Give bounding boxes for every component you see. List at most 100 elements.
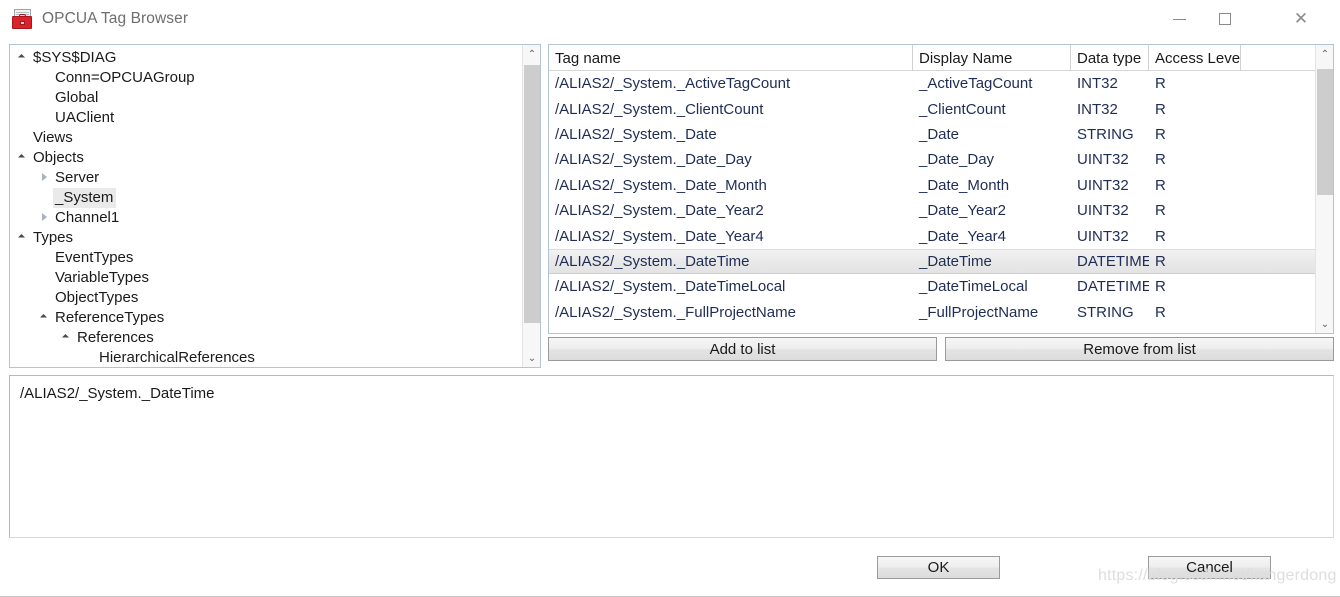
tree-node-label: Conn=OPCUAGroup bbox=[55, 69, 195, 86]
cell-tag: /ALIAS2/_System._ClientCount bbox=[555, 100, 764, 118]
table-row[interactable]: /ALIAS2/_System._Date_Year2 _Date_Year2 UI… bbox=[549, 198, 1315, 223]
cell-tag: /ALIAS2/_System._Date_Month bbox=[555, 176, 767, 194]
tree-node[interactable]: ObjectTypes bbox=[10, 288, 522, 308]
minimize-icon bbox=[1172, 18, 1186, 20]
opcua-tag-browser-window: OPCUA Tag Browser ✕ $SYS$DIAG Conn=OPCUAG… bbox=[0, 0, 1340, 597]
close-button[interactable]: ✕ bbox=[1278, 0, 1324, 38]
tag-table-vertical-scrollbar[interactable]: ⌃ ⌄ bbox=[1315, 45, 1333, 333]
tree-node-label: EventTypes bbox=[55, 249, 134, 266]
table-row[interactable]: /ALIAS2/_System._ActiveTagCount _ActiveTa… bbox=[549, 71, 1315, 96]
table-scroll-down-icon[interactable]: ⌄ bbox=[1316, 315, 1333, 333]
tag-table-body[interactable]: /ALIAS2/_System._ActiveTagCount _ActiveTa… bbox=[549, 71, 1315, 333]
table-row[interactable]: /ALIAS2/_System._FullProjectName _FullPro… bbox=[549, 300, 1315, 325]
tree-node[interactable]: UAClient bbox=[10, 108, 522, 128]
cell-tag: /ALIAS2/_System._DateTimeLocal bbox=[555, 278, 786, 296]
cell-disp: _Date_Year4 bbox=[919, 227, 1007, 245]
tree-node[interactable]: EventTypes bbox=[10, 248, 522, 268]
column-header-type[interactable]: Data type bbox=[1071, 45, 1149, 71]
cell-type: DATETIME bbox=[1077, 278, 1149, 296]
tree-scroll-up-icon[interactable]: ⌃ bbox=[523, 45, 540, 63]
table-row[interactable]: /ALIAS2/_System._Date_Year4 _Date_Year4 UI… bbox=[549, 223, 1315, 248]
cell-tag: /ALIAS2/_System._Date_Year4 bbox=[555, 227, 764, 245]
tree-expander-spacer bbox=[82, 351, 97, 365]
table-row[interactable]: /ALIAS2/_System._Date_Day _Date_Day UINT32… bbox=[549, 147, 1315, 172]
minimize-button[interactable] bbox=[1156, 0, 1202, 38]
table-row[interactable]: /ALIAS2/_System._ClientCount _ClientCount… bbox=[549, 96, 1315, 121]
tree-node[interactable]: _System bbox=[10, 188, 522, 208]
title-bar: OPCUA Tag Browser ✕ bbox=[0, 0, 1340, 38]
table-row[interactable]: /ALIAS2/_System._Date _Date STRING R bbox=[549, 122, 1315, 147]
tree-node[interactable]: Server bbox=[10, 168, 522, 188]
tree-node[interactable]: Channel1 bbox=[10, 208, 522, 228]
maximize-button[interactable] bbox=[1202, 0, 1248, 38]
tree-node[interactable]: HierarchicalReferences bbox=[10, 348, 522, 367]
cell-access: R bbox=[1155, 151, 1166, 169]
cell-type: STRING bbox=[1077, 303, 1134, 321]
tree-vertical-scrollbar[interactable]: ⌃ ⌄ bbox=[522, 45, 540, 367]
cell-disp: _ActiveTagCount bbox=[919, 75, 1033, 93]
tree-scroll-down-icon[interactable]: ⌄ bbox=[523, 349, 540, 367]
tree-expander-open-icon[interactable] bbox=[16, 151, 31, 165]
tree-expander-open-icon[interactable] bbox=[16, 231, 31, 245]
cell-tag: /ALIAS2/_System._Date_Year2 bbox=[555, 202, 764, 220]
cell-type: DATETIME bbox=[1077, 252, 1149, 270]
cell-tag: /ALIAS2/_System._FullProjectName bbox=[555, 303, 796, 321]
tree-expander-spacer bbox=[38, 291, 53, 305]
tree-node-label: ObjectTypes bbox=[55, 289, 139, 306]
cell-access: R bbox=[1155, 100, 1166, 118]
tree-expander-open-icon[interactable] bbox=[16, 51, 31, 65]
selected-tag-line: /ALIAS2/_System._DateTime bbox=[20, 385, 215, 402]
tree-expander-spacer bbox=[16, 131, 31, 145]
cell-access: R bbox=[1155, 227, 1166, 245]
column-header-access[interactable]: Access Level bbox=[1149, 45, 1241, 71]
tree-node[interactable]: References bbox=[10, 328, 522, 348]
tree-expander-spacer bbox=[38, 111, 53, 125]
column-header-disp[interactable]: Display Name bbox=[913, 45, 1071, 71]
tree-node-label: Global bbox=[55, 89, 99, 106]
tree-node-label: Objects bbox=[33, 149, 84, 166]
cell-tag: /ALIAS2/_System._Date bbox=[555, 125, 717, 143]
tree-node-label: VariableTypes bbox=[55, 269, 149, 286]
tree-node-label: Views bbox=[33, 129, 73, 146]
tree-node[interactable]: Objects bbox=[10, 148, 522, 168]
tree-node[interactable]: $SYS$DIAG bbox=[10, 48, 522, 68]
cell-access: R bbox=[1155, 278, 1166, 296]
tree-node[interactable]: Global bbox=[10, 88, 522, 108]
tree-node-label: ReferenceTypes bbox=[55, 309, 165, 326]
tree-node-label: Channel1 bbox=[55, 209, 120, 226]
table-scroll-up-icon[interactable]: ⌃ bbox=[1316, 45, 1333, 63]
tree-expander-open-icon[interactable] bbox=[38, 311, 53, 325]
cell-type: STRING bbox=[1077, 125, 1134, 143]
tree-node[interactable]: ReferenceTypes bbox=[10, 308, 522, 328]
tree-expander-spacer bbox=[38, 71, 53, 85]
toolbox-icon bbox=[12, 9, 34, 29]
tree-expander-spacer bbox=[38, 191, 53, 205]
column-header-tag[interactable]: Tag name bbox=[549, 45, 913, 71]
cancel-button[interactable]: Cancel bbox=[1148, 556, 1271, 579]
tree-expander-closed-icon[interactable] bbox=[38, 171, 53, 185]
tree-node[interactable]: Views bbox=[10, 128, 522, 148]
cell-access: R bbox=[1155, 176, 1166, 194]
tree-node[interactable]: Conn=OPCUAGroup bbox=[10, 68, 522, 88]
tree-expander-open-icon[interactable] bbox=[60, 331, 75, 345]
cell-disp: _Date_Day bbox=[919, 151, 995, 169]
address-space-tree-panel[interactable]: $SYS$DIAG Conn=OPCUAGroup Global UAClient Vi… bbox=[9, 44, 541, 368]
ok-button[interactable]: OK bbox=[877, 556, 1000, 579]
tag-table-header: Tag name Display Name Data type Access Leve… bbox=[549, 45, 1315, 71]
table-row[interactable]: /ALIAS2/_System._Date_Month _Date_Month UI… bbox=[549, 173, 1315, 198]
table-row[interactable]: /ALIAS2/_System._DateTime _DateTime DATETI… bbox=[549, 248, 1315, 275]
table-scroll-thumb[interactable] bbox=[1317, 69, 1333, 195]
remove-from-list-button[interactable]: Remove from list bbox=[945, 337, 1334, 361]
tree-node[interactable]: Types bbox=[10, 228, 522, 248]
tag-table-panel[interactable]: Tag name Display Name Data type Access Leve… bbox=[548, 44, 1334, 334]
tree-node[interactable]: VariableTypes bbox=[10, 268, 522, 288]
tree-node-label: Types bbox=[33, 229, 74, 246]
table-row[interactable]: /ALIAS2/_System._DateTimeLocal _DateTimeL… bbox=[549, 274, 1315, 299]
add-to-list-button[interactable]: Add to list bbox=[548, 337, 937, 361]
cell-access: R bbox=[1155, 75, 1166, 93]
cell-tag: /ALIAS2/_System._DateTime bbox=[555, 252, 750, 270]
tree-scroll-thumb[interactable] bbox=[524, 65, 540, 323]
selected-tags-textarea[interactable]: /ALIAS2/_System._DateTime bbox=[9, 375, 1334, 538]
tree-expander-closed-icon[interactable] bbox=[38, 211, 53, 225]
tree-node-list: $SYS$DIAG Conn=OPCUAGroup Global UAClient Vi… bbox=[10, 45, 522, 367]
